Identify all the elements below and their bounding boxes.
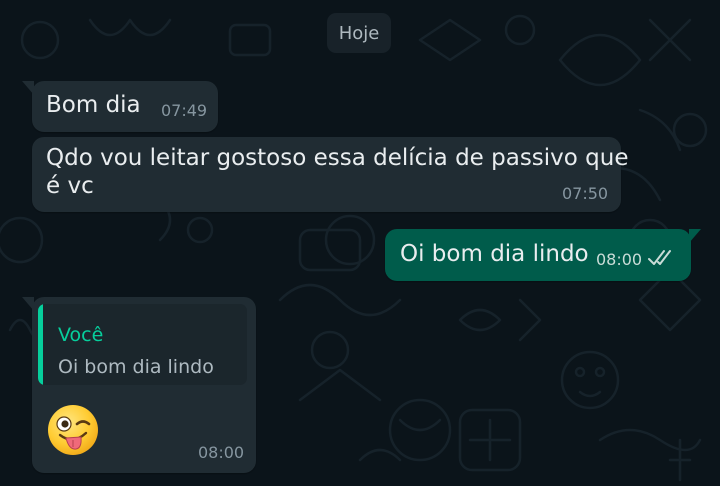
quote-author: Você <box>58 324 104 346</box>
message-text-line: Qdo vou leitar gostoso essa delícia de p… <box>46 145 629 171</box>
outgoing-message-bubble[interactable]: Oi bom dia lindo 08:00 <box>385 229 701 281</box>
quote-text: Oi bom dia lindo <box>58 356 214 378</box>
double-check-icon <box>648 250 671 265</box>
date-chip: Hoje <box>327 13 391 53</box>
incoming-message-bubble[interactable]: Você Oi bom dia lindo 08:00 <box>22 297 256 473</box>
bubble-tail <box>22 297 34 311</box>
message-time: 07:50 <box>562 184 609 203</box>
bubble-tail <box>689 229 701 243</box>
incoming-message-bubble[interactable]: Qdo vou leitar gostoso essa delícia de p… <box>32 137 629 212</box>
message-text: Bom dia <box>46 92 141 118</box>
message-time: 07:49 <box>161 101 208 120</box>
quoted-message[interactable]: Você Oi bom dia lindo <box>38 304 247 385</box>
message-time: 08:00 <box>198 443 245 462</box>
message-time: 08:00 <box>596 250 643 269</box>
incoming-message-bubble[interactable]: Bom dia 07:49 <box>22 81 218 132</box>
bubble-tail <box>22 81 34 95</box>
quote-accent-bar <box>38 304 43 385</box>
message-text: Oi bom dia lindo <box>400 241 589 267</box>
message-text-line: é vc <box>46 173 94 199</box>
winking-face-with-tongue-icon <box>48 405 98 455</box>
